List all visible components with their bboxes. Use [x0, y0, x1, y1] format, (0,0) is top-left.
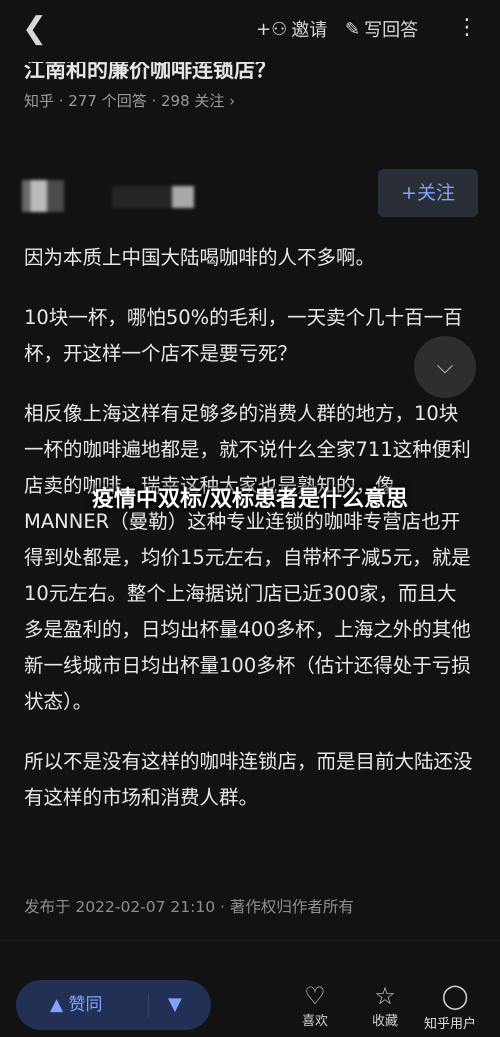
edit-icon: ✎ [345, 18, 361, 40]
publish-info: 发布于 2022-02-07 21:10 · 著作权归作者所有 [24, 898, 354, 916]
write-answer-button[interactable]: ✎ 写回答 [345, 16, 418, 42]
triangle-down-icon: ▼ [168, 994, 182, 1015]
heart-icon: ♡ [304, 982, 326, 1010]
top-bar: ❮ +⚇ 邀请 ✎ 写回答 ⋮ [0, 0, 500, 58]
chevron-left-icon: ❮ [22, 11, 48, 46]
answer-paragraph: 10块一杯，哪怕50%的毛利，一天卖个几十百一百杯，开这样一个店不是要亏死？ [24, 306, 463, 365]
author-name-blurred[interactable] [112, 186, 212, 208]
avatar[interactable] [22, 180, 64, 212]
comment-icon: ◯ [441, 982, 469, 1010]
upvote-button[interactable]: ▲ 赞同 [50, 980, 102, 1030]
double-chevron-down-icon: ⌵ [436, 354, 454, 379]
divider [0, 940, 500, 941]
like-label: 喜欢 [301, 1014, 328, 1029]
star-icon: ☆ [374, 982, 396, 1010]
triangle-up-icon: ▲ [50, 995, 64, 1015]
overlay-title: 疫情中双标/双标患者是什么意思 [91, 487, 409, 512]
follow-button[interactable]: +关注 [378, 169, 478, 217]
more-button[interactable]: ⋮ [456, 14, 478, 42]
answer-paragraph: 相反像上海这样有足够多的消费人群的地方，10块一杯的咖啡遍地都是，就不说什么全家… [24, 402, 471, 713]
answer-paragraph: 所以不是没有这样的咖啡连锁店，而是目前大陆还没有这样的市场和消费人群。 [24, 750, 473, 809]
invite-button[interactable]: +⚇ 邀请 [256, 16, 327, 42]
vote-bar: ▲ 赞同 ▼ [16, 980, 211, 1030]
upvote-label: 赞同 [68, 995, 103, 1015]
more-vertical-icon: ⋮ [456, 15, 478, 40]
watermark: 知乎用户 [424, 1017, 477, 1032]
question-title[interactable]: 江南和的廉价咖啡连锁店？ [24, 62, 484, 82]
back-button[interactable]: ❮ [22, 10, 56, 48]
collect-button[interactable]: ☆ 收藏 [363, 982, 407, 1030]
answer-body: 因为本质上中国大陆喝咖啡的人不多啊。 10块一杯，哪怕50%的毛利，一天卖个几十… [24, 240, 476, 840]
invite-label: 邀请 [291, 20, 328, 41]
collect-label: 收藏 [371, 1014, 398, 1029]
vote-separator [148, 993, 149, 1017]
collapse-button[interactable]: ⌵ [414, 336, 476, 398]
write-answer-label: 写回答 [364, 20, 419, 41]
like-button[interactable]: ♡ 喜欢 [293, 982, 337, 1030]
add-user-icon: +⚇ [256, 18, 288, 40]
downvote-button[interactable]: ▼ [168, 980, 182, 1030]
question-meta[interactable]: 知乎 · 277 个回答 · 298 关注 › [24, 90, 235, 111]
answer-paragraph: 因为本质上中国大陆喝咖啡的人不多啊。 [24, 246, 376, 269]
